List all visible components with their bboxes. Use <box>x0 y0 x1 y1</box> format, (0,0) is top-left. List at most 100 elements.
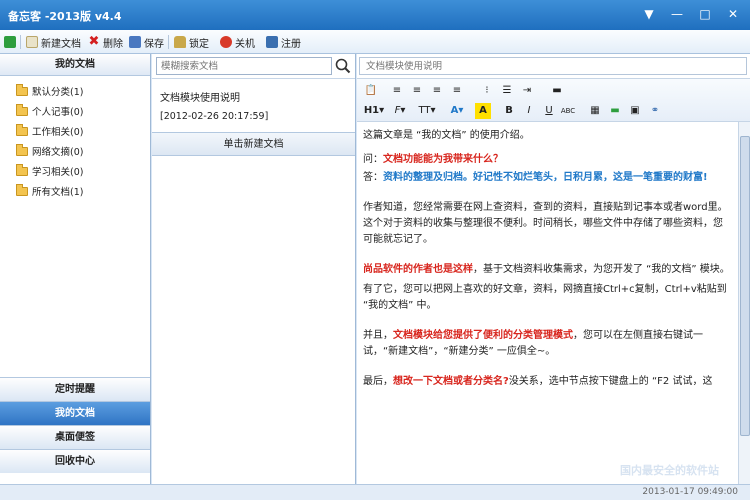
save-icon <box>129 36 141 48</box>
exit-button[interactable] <box>4 34 19 50</box>
content-answer: 答：资料的整理及归档。好记性不如烂笔头，日积月累，这是一笔重要的财富! <box>363 170 731 186</box>
content-intro: 这篇文章是 “我的文档” 的使用介绍。 <box>363 130 530 141</box>
main-toolbar: 新建文档 ✖ 删除 保存 锁定 关机 注册 <box>0 30 750 54</box>
content-paragraph-1: 作者知道，您经常需要在网上查资料，查到的资料，直接贴到记事本或者word里。这个… <box>363 202 728 245</box>
category-label: 学习相关(0) <box>32 167 84 178</box>
minimize-button[interactable]: — <box>666 4 688 24</box>
paragraph-5-highlight: 想改一下文档或者分类名? <box>393 376 509 387</box>
table-icon[interactable]: ▦ <box>587 103 603 119</box>
content-paragraph-4: 并且，文档模块给您提供了便利的分类管理模式，您可以在左侧直接右键试一试，“新建文… <box>363 328 731 360</box>
maximize-button[interactable]: □ <box>694 4 716 24</box>
document-title-field[interactable] <box>359 57 747 75</box>
search-icon[interactable] <box>334 56 352 76</box>
new-doc-icon <box>26 36 38 48</box>
insert-line-icon[interactable]: ▬ <box>607 103 623 119</box>
lock-label: 锁定 <box>189 38 209 50</box>
lock-button[interactable]: 锁定 <box>174 34 209 50</box>
font-size-icon[interactable]: TT▾ <box>417 103 437 119</box>
image-icon[interactable]: ▣ <box>627 103 643 119</box>
category-label: 个人记事(0) <box>32 107 84 118</box>
numbered-list-icon[interactable]: ⁝ <box>479 83 495 99</box>
folder-icon <box>16 103 28 116</box>
left-panel: 我的文档 默认分类(1) 个人记事(0) 工作相关(0) 网络文摘(0) 学习相… <box>0 54 151 484</box>
category-label: 默认分类(1) <box>32 87 84 98</box>
align-justify-icon[interactable]: ≡ <box>449 83 465 99</box>
answer-text: 资料的整理及归档。好记性不如烂笔头，日积月累，这是一笔重要的财富! <box>383 172 708 183</box>
content-paragraph-2: 尚品软件的作者也是这样，基于文档资料收集需求，为您开发了 “我的文档” 模块。 <box>363 262 731 278</box>
content-paragraph-3: 有了它，您可以把网上喜欢的好文章，资料，网摘直接Ctrl+c复制，Ctrl+v粘… <box>363 284 727 311</box>
indent-icon[interactable]: ⇥ <box>519 83 535 99</box>
paragraph-4-start: 并且， <box>363 330 393 341</box>
category-item[interactable]: 学习相关(0) <box>16 162 83 180</box>
content-question: 问：文档功能能为我带来什么？ <box>363 152 731 168</box>
close-button[interactable]: ✕ <box>722 4 744 24</box>
align-center-icon[interactable]: ≡ <box>409 83 425 99</box>
power-icon <box>220 36 232 48</box>
monitor-icon <box>266 36 278 48</box>
search-input[interactable] <box>156 57 332 75</box>
paragraph-2-text: ，基于文档资料收集需求，为您开发了 “我的文档” 模块。 <box>473 264 730 275</box>
nav-desktop-notes[interactable]: 桌面便签 <box>0 425 150 449</box>
content-paragraph-5: 最后，想改一下文档或者分类名?没关系，选中节点按下键盘上的 “F2 试试，这 <box>363 374 731 390</box>
folder-icon <box>16 163 28 176</box>
nav-recycle-bin[interactable]: 回收中心 <box>0 449 150 473</box>
bold-icon[interactable]: B <box>501 103 517 119</box>
document-list-item[interactable]: 文档模块使用说明 [2012-02-26 20:17:59] <box>152 78 355 130</box>
scrollbar-thumb[interactable] <box>740 136 750 436</box>
folder-icon <box>16 183 28 196</box>
category-item[interactable]: 默认分类(1) <box>16 82 83 100</box>
document-item-title: 文档模块使用说明 <box>160 93 240 104</box>
category-label: 网络文摘(0) <box>32 147 84 158</box>
category-label: 所有文档(1) <box>32 187 84 198</box>
link-icon[interactable]: ⚭ <box>647 103 663 119</box>
status-time: 2013-01-17 09:49:00 <box>642 487 738 497</box>
new-doc-button[interactable]: 新建文档 <box>26 34 81 50</box>
save-label: 保存 <box>144 38 164 50</box>
folder-icon <box>16 83 28 96</box>
folder-icon <box>16 123 28 136</box>
lock-icon <box>174 36 186 48</box>
category-item[interactable]: 个人记事(0) <box>16 102 83 120</box>
editor-toolbar: 📋 ≡ ≡ ≡ ≡ ⁝ ☰ ⇥ ▬ H1▾ F▾ TT▾ A▾ A B I U … <box>357 78 750 122</box>
document-item-date: [2012-02-26 20:17:59] <box>160 111 269 122</box>
logout-button[interactable]: 注册 <box>266 34 301 50</box>
font-color-icon[interactable]: A▾ <box>449 103 465 119</box>
spellcheck-icon[interactable]: ABC <box>559 103 577 119</box>
question-prefix: 问： <box>363 154 383 165</box>
align-right-icon[interactable]: ≡ <box>429 83 445 99</box>
shutdown-label: 关机 <box>235 38 255 50</box>
nav-my-documents[interactable]: 我的文档 <box>0 401 150 425</box>
delete-icon: ✖ <box>88 34 100 49</box>
font-family-icon[interactable]: F▾ <box>391 103 409 119</box>
category-item[interactable]: 网络文摘(0) <box>16 142 83 160</box>
heading-icon[interactable]: H1▾ <box>363 103 385 119</box>
title-bar: 备忘客 -2013版 v4.4 ▼ — □ ✕ <box>0 0 750 30</box>
editor-panel: 📋 ≡ ≡ ≡ ≡ ⁝ ☰ ⇥ ▬ H1▾ F▾ TT▾ A▾ A B I U … <box>357 54 750 484</box>
document-content[interactable]: 这篇文章是 “我的文档” 的使用介绍。 问：文档功能能为我带来什么？ 答：资料的… <box>357 122 737 484</box>
save-button[interactable]: 保存 <box>129 34 164 50</box>
align-left-icon[interactable]: ≡ <box>389 83 405 99</box>
paste-icon[interactable]: 📋 <box>363 83 379 99</box>
delete-button[interactable]: ✖ 删除 <box>88 34 123 50</box>
paragraph-4-highlight: 文档模块给您提供了便利的分类管理模式 <box>393 330 573 341</box>
background-color-icon[interactable]: A <box>475 103 491 119</box>
menu-dropdown-button[interactable]: ▼ <box>638 4 660 24</box>
paragraph-5-start: 最后， <box>363 376 393 387</box>
category-item[interactable]: 工作相关(0) <box>16 122 83 140</box>
nav-reminder[interactable]: 定时提醒 <box>0 377 150 401</box>
category-item[interactable]: 所有文档(1) <box>16 182 83 200</box>
exit-icon <box>4 36 16 48</box>
watermark: 国内最安全的软件站 <box>620 464 719 477</box>
status-bar: 2013-01-17 09:49:00 <box>0 484 750 500</box>
window-title: 备忘客 -2013版 v4.4 <box>8 10 122 23</box>
new-document-button[interactable]: 单击新建文档 <box>152 132 355 156</box>
answer-prefix: 答： <box>363 172 383 183</box>
highlight-icon[interactable]: ▬ <box>549 83 565 99</box>
shutdown-button[interactable]: 关机 <box>220 34 255 50</box>
bullet-list-icon[interactable]: ☰ <box>499 83 515 99</box>
new-doc-label: 新建文档 <box>41 38 81 50</box>
question-text: 文档功能能为我带来什么？ <box>383 154 503 165</box>
italic-icon[interactable]: I <box>521 103 537 119</box>
content-scrollbar[interactable] <box>738 122 750 484</box>
underline-icon[interactable]: U <box>541 103 557 119</box>
